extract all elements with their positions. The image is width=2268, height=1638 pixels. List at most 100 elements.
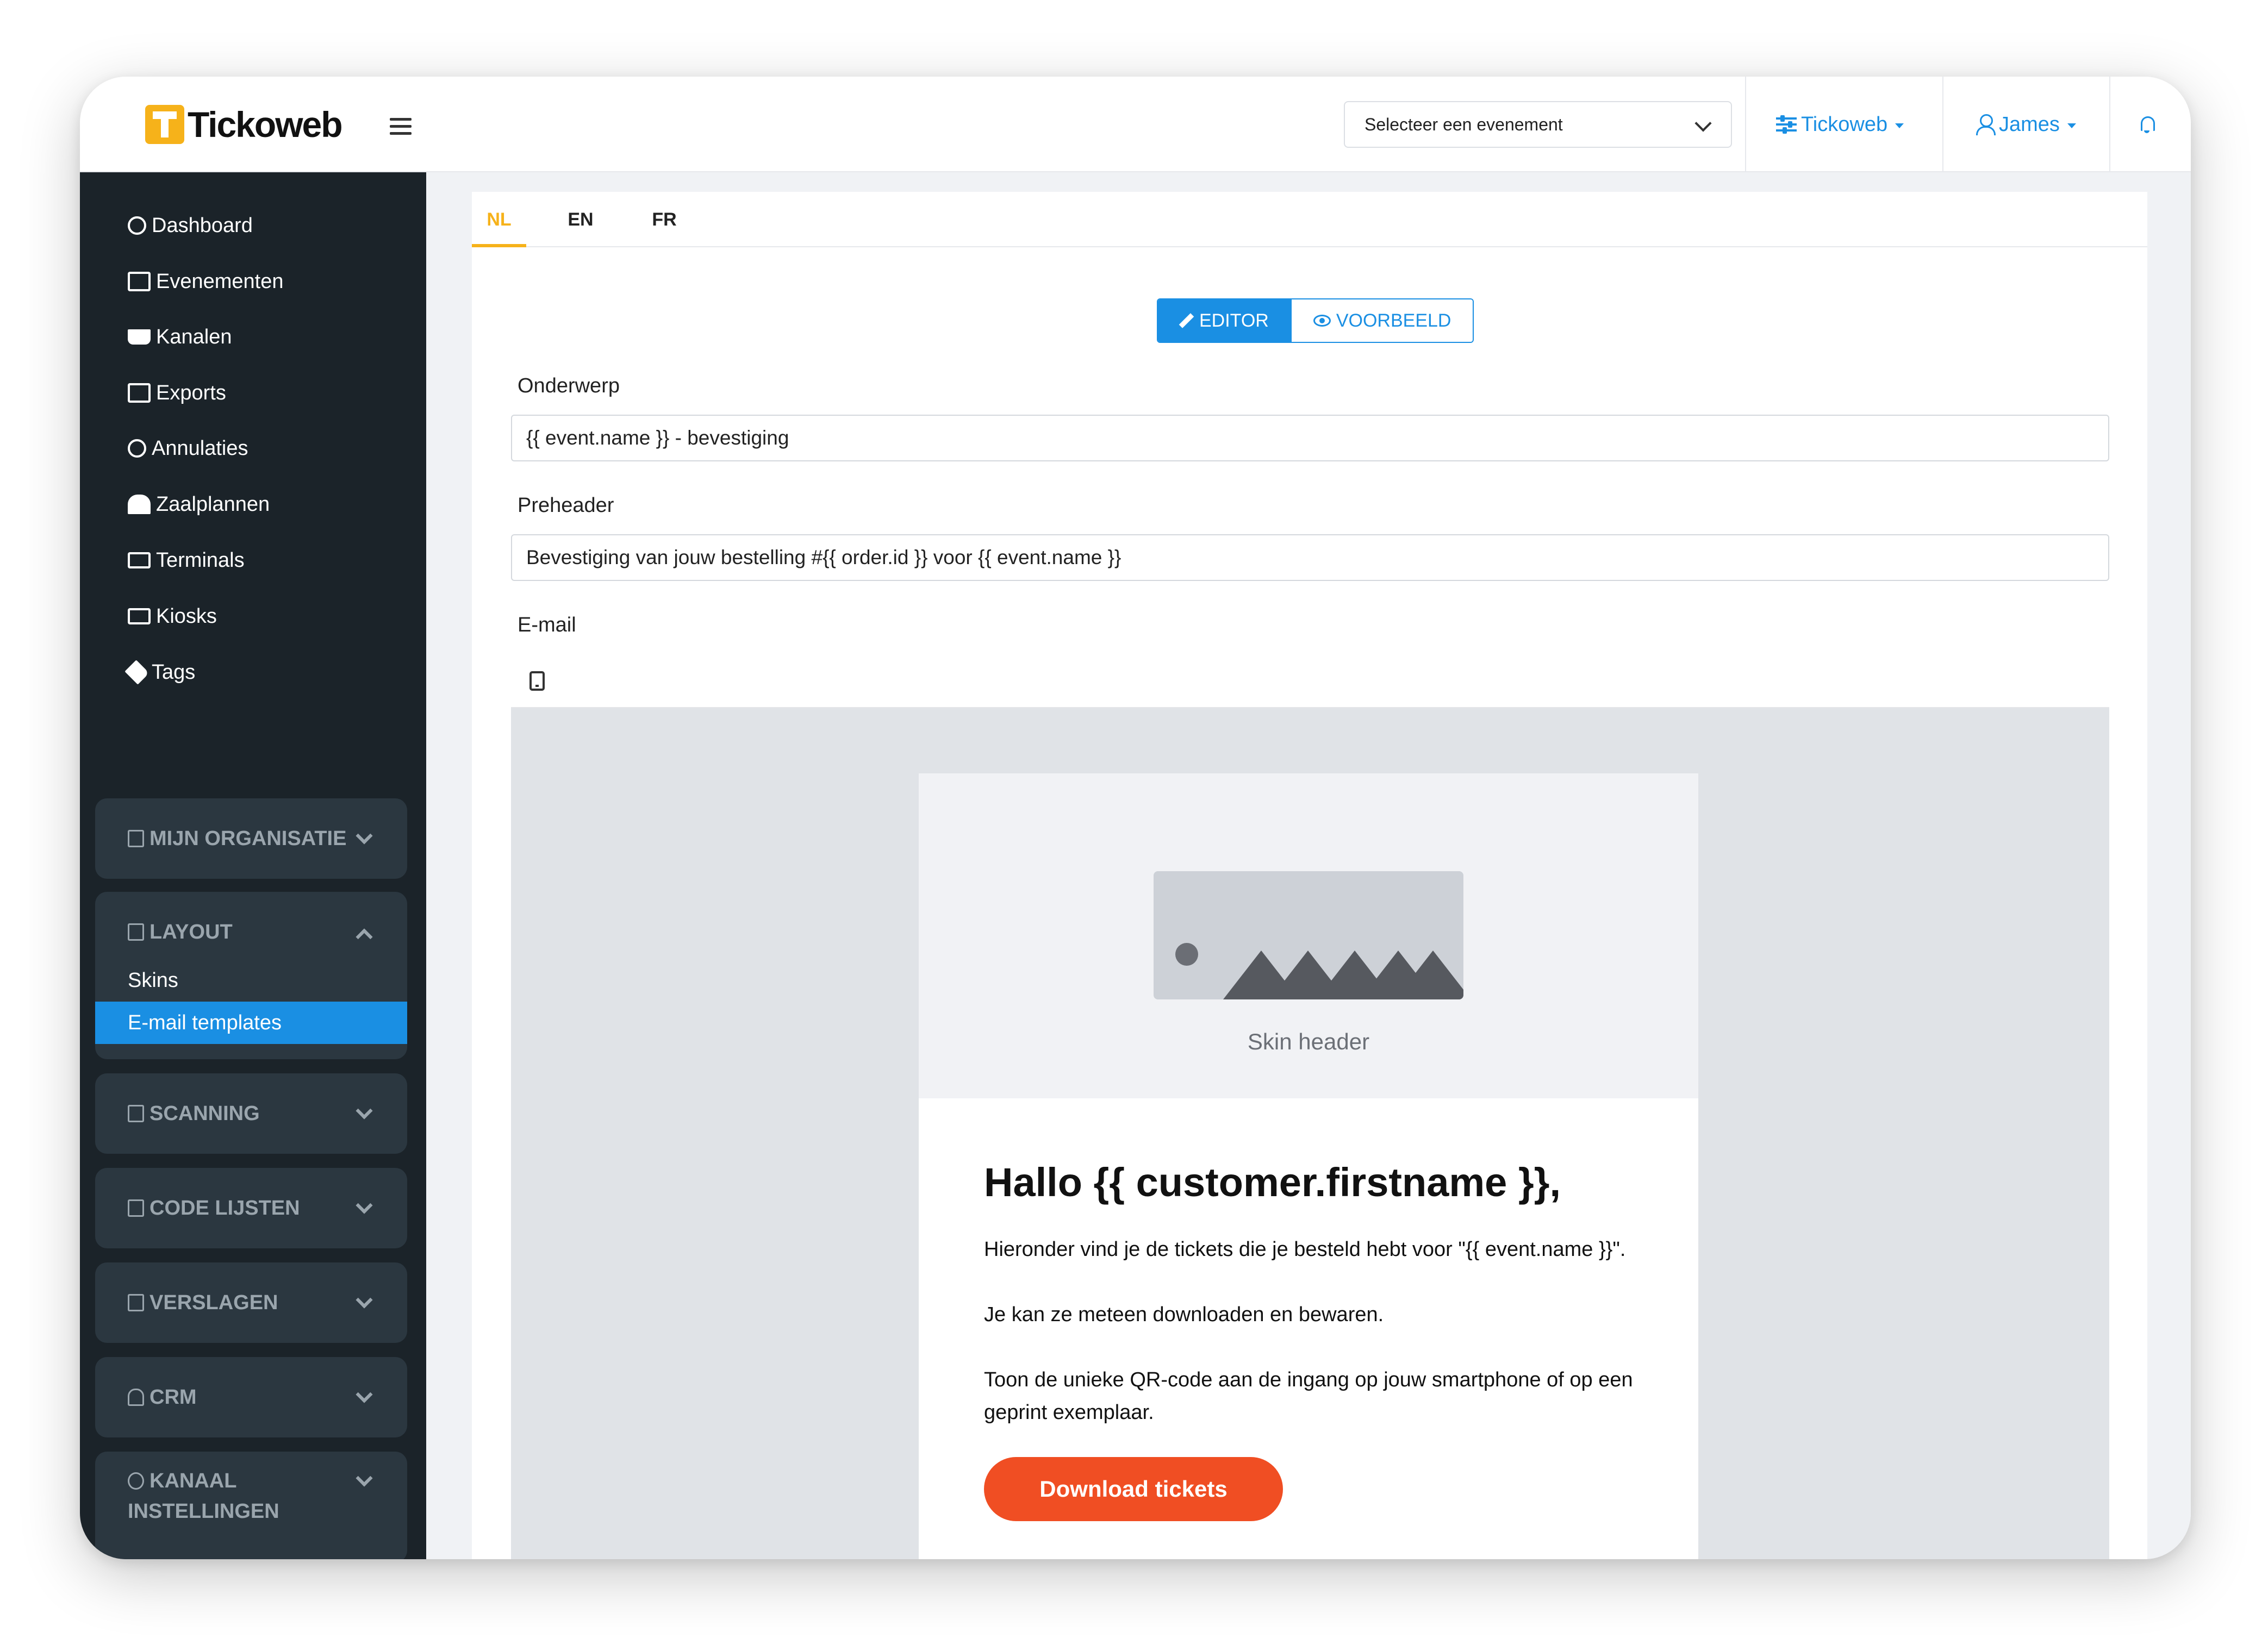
chevron-down-icon	[356, 827, 373, 845]
sidebar-item-kanalen[interactable]: Kanalen	[128, 321, 232, 353]
chevron-down-icon	[356, 1197, 373, 1214]
sidebar-item-evenementen[interactable]: Evenementen	[128, 265, 284, 298]
caret-down-icon	[2067, 123, 2076, 128]
chevron-down-icon	[356, 1386, 373, 1403]
chevron-down-icon	[356, 1102, 373, 1120]
editor-button[interactable]: EDITOR	[1158, 299, 1291, 342]
ban-icon	[128, 439, 146, 458]
sidebar-group-mijn-organisatie[interactable]: MIJN ORGANISATIE	[95, 798, 407, 879]
card-icon	[128, 552, 151, 568]
sidebar-item-label: Evenementen	[156, 270, 284, 293]
chevron-down-icon	[356, 1470, 373, 1487]
sidebar-group-label: SCANNING	[149, 1102, 260, 1125]
email-paragraph-3[interactable]: Toon de unieke QR-code aan de ingang op …	[984, 1364, 1647, 1429]
user-icon	[128, 1389, 144, 1406]
qrcode-icon	[128, 1105, 144, 1122]
email-template-card: NL EN FR EDITOR VOORBEELD Onderwerp Preh…	[472, 192, 2147, 1559]
sidebar-item-label: Exports	[156, 381, 226, 404]
main-content: NL EN FR EDITOR VOORBEELD Onderwerp Preh…	[426, 172, 2191, 1559]
sidebar-group-verslagen[interactable]: VERSLAGEN	[95, 1262, 407, 1343]
event-select-placeholder: Selecteer een evenement	[1364, 114, 1563, 134]
org-menu[interactable]: Tickoweb	[1776, 77, 1904, 172]
language-tabs: NL EN FR	[472, 192, 2147, 247]
chevron-up-icon[interactable]	[356, 928, 373, 946]
sidebar-item-terminals[interactable]: Terminals	[128, 544, 245, 577]
sidebar-group-label: CRM	[149, 1385, 197, 1409]
event-select[interactable]: Selecteer een evenement	[1344, 101, 1732, 148]
tab-label: FR	[652, 209, 677, 230]
sidebar-item-label: Tags	[152, 660, 196, 684]
skin-header-label: Skin header	[1247, 1029, 1370, 1054]
user-menu-label: James	[1999, 112, 2060, 136]
email-editor-toolbar	[511, 654, 2109, 708]
sidebar-subitem-email-templates[interactable]: E-mail templates	[95, 1002, 407, 1044]
preview-button[interactable]: VOORBEELD	[1290, 299, 1473, 342]
gear-icon	[128, 1472, 144, 1490]
sidebar-group-header[interactable]: LAYOUT	[128, 916, 233, 948]
subject-input[interactable]	[511, 415, 2109, 461]
bell-icon	[2139, 115, 2155, 134]
logo[interactable]: Tickoweb	[145, 103, 343, 146]
email-label: E-mail	[518, 614, 576, 636]
building-icon	[128, 495, 151, 514]
sidebar: Dashboard Evenementen Kanalen Exports An…	[80, 172, 426, 1559]
sidebar-item-kiosks[interactable]: Kiosks	[128, 600, 217, 633]
sidebar-group-header: SCANNING	[128, 1097, 260, 1130]
sidebar-group-label: MIJN ORGANISATIE	[149, 827, 347, 850]
monitor-icon	[128, 608, 151, 624]
sidebar-group-header: CRM	[128, 1381, 197, 1414]
sidebar-group-label: LAYOUT	[149, 920, 233, 943]
caret-down-icon	[1895, 123, 1904, 128]
table-icon	[128, 383, 151, 403]
sidebar-item-label: Annulaties	[152, 436, 248, 460]
tags-icon	[124, 660, 149, 685]
film-icon	[128, 272, 151, 291]
sidebar-group-scanning[interactable]: SCANNING	[95, 1073, 407, 1154]
skin-header-block[interactable]: Skin header	[919, 773, 1698, 1098]
sidebar-group-label: VERSLAGEN	[149, 1291, 278, 1314]
app-window: Tickoweb Selecteer een evenement Tickowe…	[80, 77, 2191, 1559]
sidebar-group-header-line2: INSTELLINGEN	[128, 1495, 279, 1528]
sidebar-item-zaalplannen[interactable]: Zaalplannen	[128, 488, 270, 521]
user-icon	[1975, 114, 1996, 135]
building-icon	[128, 830, 144, 847]
cart-icon	[128, 329, 151, 345]
sidebar-item-label: Kiosks	[156, 604, 217, 628]
tab-en[interactable]: EN	[553, 192, 608, 247]
logo-mark-icon	[145, 105, 184, 144]
sidebar-group-label: CODE LIJSTEN	[149, 1196, 300, 1220]
preheader-label: Preheader	[518, 494, 614, 517]
chevron-down-icon	[1694, 115, 1712, 132]
mobile-view-icon[interactable]	[529, 671, 545, 691]
sidebar-item-label: Terminals	[156, 548, 245, 572]
sidebar-group-code-lijsten[interactable]: CODE LIJSTEN	[95, 1168, 407, 1248]
tab-nl[interactable]: NL	[472, 192, 526, 247]
list-icon	[128, 1199, 144, 1217]
preheader-input[interactable]	[511, 534, 2109, 581]
top-bar: Tickoweb Selecteer een evenement Tickowe…	[80, 77, 2191, 172]
logo-wordmark: Tickoweb	[188, 104, 343, 145]
hamburger-icon[interactable]	[390, 118, 412, 135]
sidebar-item-label: Dashboard	[152, 214, 253, 237]
sidebar-group-label: INSTELLINGEN	[128, 1499, 279, 1523]
sidebar-group-kanaal-instellingen[interactable]: KANAAL INSTELLINGEN	[95, 1452, 407, 1559]
sidebar-group-header: MIJN ORGANISATIE	[128, 822, 346, 855]
sidebar-subitem-skins[interactable]: Skins	[128, 959, 178, 1002]
sidebar-item-exports[interactable]: Exports	[128, 377, 226, 409]
sidebar-group-crm[interactable]: CRM	[95, 1357, 407, 1437]
tab-label: EN	[568, 209, 594, 230]
sidebar-group-header: CODE LIJSTEN	[128, 1192, 300, 1224]
email-editor-canvas[interactable]: Skin header Hallo {{ customer.firstname …	[511, 708, 2109, 1559]
download-tickets-button[interactable]: Download tickets	[984, 1457, 1283, 1521]
email-paragraph-2[interactable]: Je kan ze meteen downloaden en bewaren.	[984, 1298, 1647, 1331]
email-greeting[interactable]: Hallo {{ customer.firstname }},	[984, 1159, 1561, 1205]
sidebar-item-tags[interactable]: Tags	[124, 656, 196, 689]
tab-fr[interactable]: FR	[637, 192, 691, 247]
line-chart-icon	[128, 1294, 144, 1311]
sidebar-item-annulaties[interactable]: Annulaties	[128, 432, 248, 465]
user-menu[interactable]: James	[1975, 77, 2076, 172]
tab-label: NL	[487, 209, 512, 230]
notifications-button[interactable]	[2139, 77, 2155, 172]
email-paragraph-1[interactable]: Hieronder vind je de tickets die je best…	[984, 1233, 1647, 1266]
sidebar-item-dashboard[interactable]: Dashboard	[128, 209, 253, 242]
